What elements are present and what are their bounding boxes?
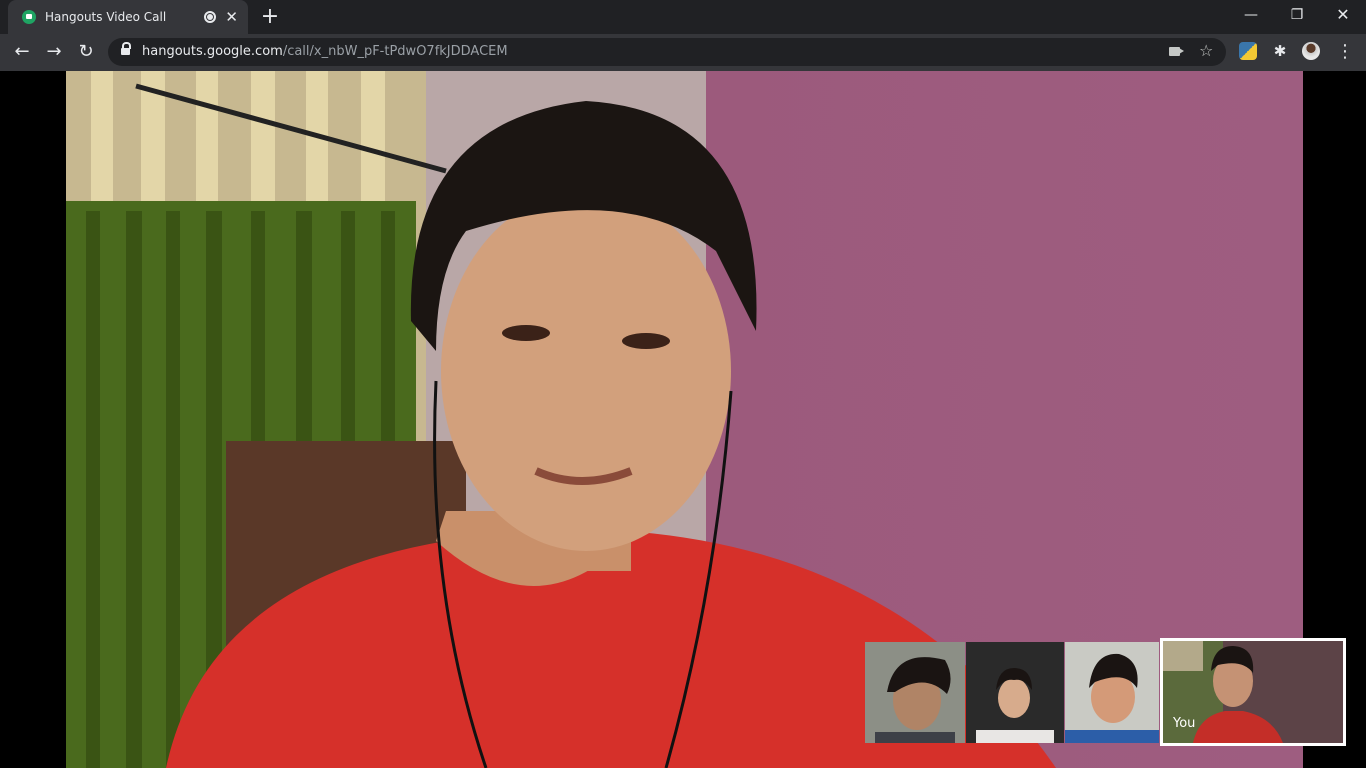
tab-title: Hangouts Video Call <box>45 10 167 24</box>
participant-tile-you[interactable]: You <box>1160 638 1346 746</box>
call-content: You <box>0 71 1366 768</box>
avatar[interactable] <box>1302 42 1320 60</box>
camera-icon[interactable] <box>1169 47 1184 56</box>
restore-icon[interactable]: ❐ <box>1274 0 1320 30</box>
close-icon[interactable]: ✕ <box>225 9 238 25</box>
address-bar[interactable]: hangouts.google.com/call/x_nbW_pF-tPdwO7… <box>108 38 1226 66</box>
self-label: You <box>1173 716 1196 731</box>
toolbar: ← → ↻ hangouts.google.com/call/x_nbW_pF-… <box>0 34 1366 71</box>
minimize-icon[interactable]: — <box>1228 0 1274 30</box>
url-host: hangouts.google.com <box>142 44 283 59</box>
window-close-icon[interactable]: ✕ <box>1320 0 1366 30</box>
hangouts-icon <box>22 10 36 24</box>
puzzle-icon[interactable]: ✱ <box>1271 42 1289 60</box>
tab-strip: Hangouts Video Call ✕ + — ❐ ✕ <box>0 0 1366 34</box>
star-icon[interactable]: ☆ <box>1199 41 1213 60</box>
python-icon[interactable] <box>1239 42 1257 60</box>
participant-tile-2[interactable] <box>966 642 1064 743</box>
url-path: /call/x_nbW_pF-tPdwO7fkJDDACEM <box>282 44 508 59</box>
reload-icon[interactable]: ↻ <box>72 38 100 66</box>
tab-hangouts[interactable]: Hangouts Video Call ✕ <box>8 0 248 34</box>
forward-arrow-icon[interactable]: → <box>40 38 68 66</box>
lock-icon[interactable] <box>121 42 131 56</box>
participant-video <box>1065 642 1159 743</box>
participant-tile-3[interactable] <box>1065 642 1159 743</box>
back-arrow-icon[interactable]: ← <box>8 38 36 66</box>
recording-icon <box>204 11 217 23</box>
plus-icon[interactable]: + <box>258 5 282 29</box>
browser-window: Hangouts Video Call ✕ + — ❐ ✕ ← → ↻ hang… <box>0 0 1366 768</box>
participant-video <box>865 642 965 743</box>
kebab-menu-icon[interactable]: ⋮ <box>1336 38 1354 66</box>
participant-strip: You <box>865 638 1346 746</box>
url-text[interactable]: hangouts.google.com/call/x_nbW_pF-tPdwO7… <box>142 44 508 59</box>
participant-tile-1[interactable] <box>865 642 965 743</box>
participant-video <box>966 642 1064 743</box>
